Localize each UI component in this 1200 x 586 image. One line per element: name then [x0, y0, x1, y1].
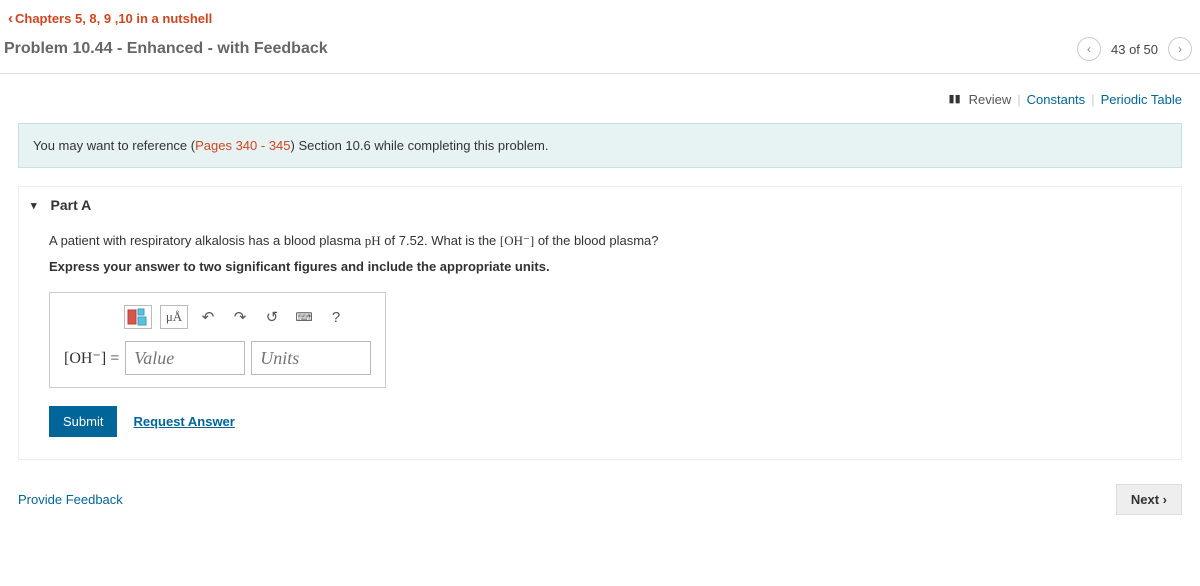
breadcrumb[interactable]: Chapters 5, 8, 9 ,10 in a nutshell	[8, 11, 212, 26]
constants-link[interactable]: Constants	[1027, 92, 1086, 107]
resource-links: ▮▮ Review | Constants | Periodic Table	[0, 74, 1200, 107]
value-input[interactable]	[125, 341, 245, 375]
answer-instruction: Express your answer to two significant f…	[49, 259, 1151, 274]
prev-button[interactable]: ‹	[1077, 37, 1101, 61]
help-icon[interactable]: ?	[324, 305, 348, 329]
symbols-icon[interactable]: μÅ	[160, 305, 188, 329]
undo-icon[interactable]: ↶	[196, 305, 220, 329]
pages-link[interactable]: Pages 340 - 345	[195, 138, 290, 153]
periodic-table-link[interactable]: Periodic Table	[1101, 92, 1182, 107]
redo-icon[interactable]: ↷	[228, 305, 252, 329]
nav-count: 43 of 50	[1111, 42, 1158, 57]
review-link[interactable]: Review	[969, 92, 1012, 107]
part-a-header[interactable]: Part A	[19, 187, 1181, 223]
answer-lhs: [OH⁻] =	[64, 348, 119, 368]
reference-box: You may want to reference (Pages 340 - 3…	[18, 123, 1182, 168]
answer-area: μÅ ↶ ↷ ↺ ⌨ ? [OH⁻] =	[49, 292, 386, 388]
keyboard-icon[interactable]: ⌨	[292, 305, 316, 329]
page-title: Problem 10.44 - Enhanced - with Feedback	[4, 40, 328, 58]
reset-icon[interactable]: ↺	[260, 305, 284, 329]
next-button[interactable]: ›	[1168, 37, 1192, 61]
provide-feedback-link[interactable]: Provide Feedback	[18, 492, 123, 507]
question-text: A patient with respiratory alkalosis has…	[49, 233, 1151, 249]
part-a-box: Part A A patient with respiratory alkalo…	[18, 186, 1182, 460]
review-icon: ▮▮	[949, 92, 961, 107]
answer-toolbar: μÅ ↶ ↷ ↺ ⌨ ?	[124, 305, 371, 329]
next-page-button[interactable]: Next	[1116, 484, 1182, 515]
nav-controls: ‹ 43 of 50 ›	[1077, 37, 1192, 61]
submit-button[interactable]: Submit	[49, 406, 117, 437]
request-answer-link[interactable]: Request Answer	[133, 414, 234, 429]
units-input[interactable]	[251, 341, 371, 375]
template-icon[interactable]	[124, 305, 152, 329]
